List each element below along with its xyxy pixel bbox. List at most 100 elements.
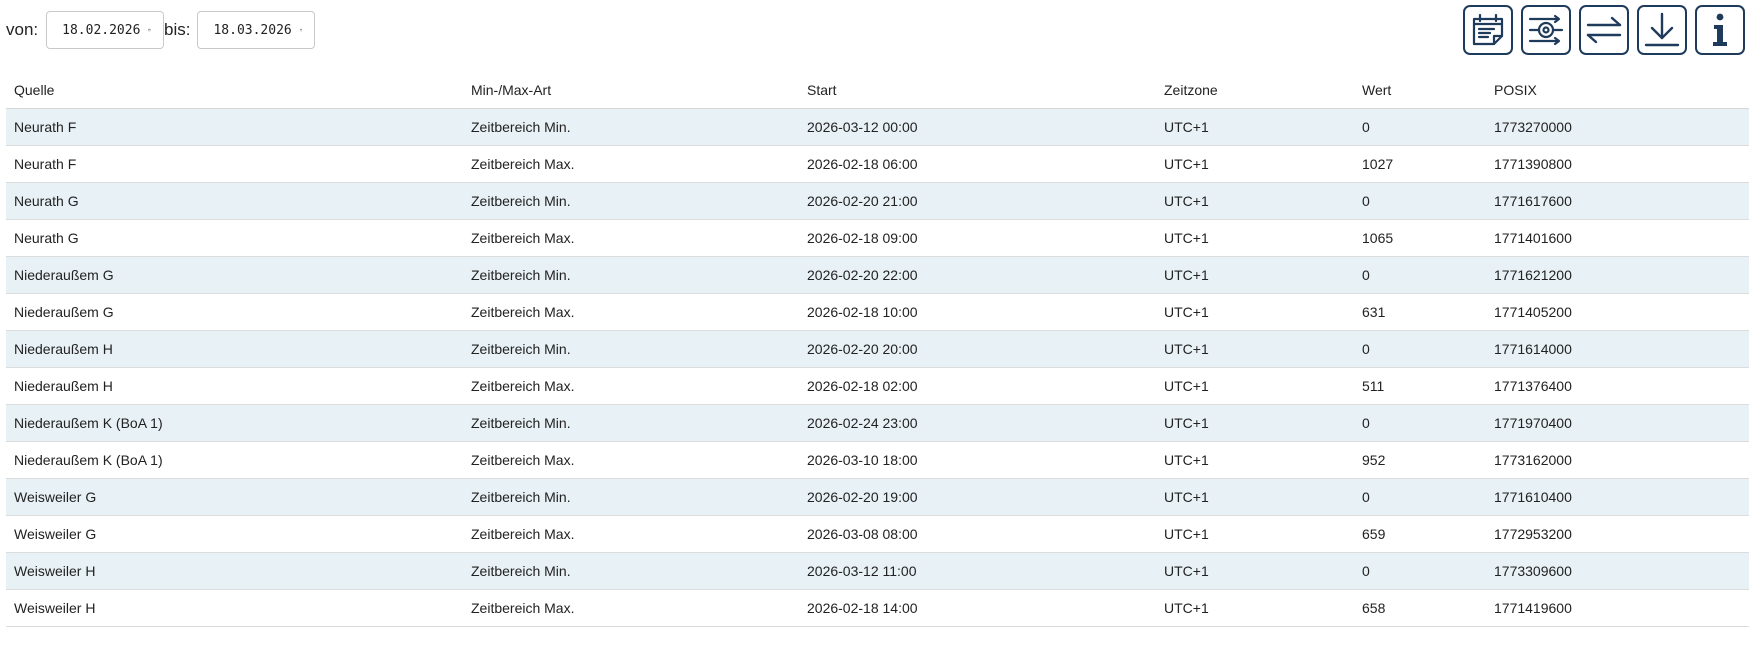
cell-zeitzone: UTC+1: [1156, 515, 1354, 553]
column-header-min-max-art[interactable]: Min-/Max-Art: [463, 72, 799, 109]
cell-wert: 658: [1354, 589, 1486, 627]
cell-min-max-art: Zeitbereich Max.: [463, 145, 799, 183]
table-row: Niederaußem K (BoA 1) Zeitbereich Max. 2…: [6, 441, 1749, 479]
cell-min-max-art: Zeitbereich Max.: [463, 515, 799, 553]
cell-wert: 0: [1354, 478, 1486, 516]
cell-start: 2026-03-10 18:00: [799, 441, 1156, 479]
swap-arrows-icon: [1586, 16, 1622, 44]
date-to-input[interactable]: 18.03.2026: [197, 11, 316, 49]
table-row: Niederaußem K (BoA 1) Zeitbereich Min. 2…: [6, 404, 1749, 442]
table-row: Niederaußem H Zeitbereich Max. 2026-02-1…: [6, 367, 1749, 405]
cell-min-max-art: Zeitbereich Max.: [463, 219, 799, 257]
cell-start: 2026-02-18 06:00: [799, 145, 1156, 183]
sliders-settings-icon: [1528, 14, 1564, 46]
info-icon: [1713, 13, 1727, 46]
cell-zeitzone: UTC+1: [1156, 552, 1354, 590]
cell-posix: 1771376400: [1486, 367, 1749, 405]
cell-wert: 1065: [1354, 219, 1486, 257]
cell-zeitzone: UTC+1: [1156, 145, 1354, 183]
table-row: Weisweiler G Zeitbereich Min. 2026-02-20…: [6, 478, 1749, 516]
cell-posix: 1773309600: [1486, 552, 1749, 590]
table-row: Niederaußem G Zeitbereich Min. 2026-02-2…: [6, 256, 1749, 294]
column-header-zeitzone[interactable]: Zeitzone: [1156, 72, 1354, 109]
cell-posix: 1773162000: [1486, 441, 1749, 479]
cell-zeitzone: UTC+1: [1156, 182, 1354, 220]
cell-zeitzone: UTC+1: [1156, 330, 1354, 368]
table-row: Weisweiler H Zeitbereich Max. 2026-02-18…: [6, 589, 1749, 627]
cell-start: 2026-03-12 00:00: [799, 108, 1156, 146]
cell-min-max-art: Zeitbereich Max.: [463, 589, 799, 627]
column-header-start[interactable]: Start: [799, 72, 1156, 109]
cell-quelle: Niederaußem G: [6, 293, 463, 331]
calendar-icon[interactable]: [148, 22, 151, 38]
table-body: Neurath F Zeitbereich Min. 2026-03-12 00…: [6, 108, 1749, 627]
date-from-label: von:: [6, 20, 39, 39]
cell-posix: 1771970400: [1486, 404, 1749, 442]
cell-min-max-art: Zeitbereich Min.: [463, 256, 799, 294]
cell-quelle: Weisweiler H: [6, 552, 463, 590]
column-header-quelle[interactable]: Quelle: [6, 72, 463, 109]
table-row: Weisweiler G Zeitbereich Max. 2026-03-08…: [6, 515, 1749, 553]
cell-posix: 1772953200: [1486, 515, 1749, 553]
cell-wert: 631: [1354, 293, 1486, 331]
download-icon: [1644, 12, 1680, 47]
date-to-label: bis:: [164, 20, 191, 39]
cell-wert: 0: [1354, 330, 1486, 368]
column-header-wert[interactable]: Wert: [1354, 72, 1486, 109]
cell-wert: 0: [1354, 404, 1486, 442]
table-row: Neurath G Zeitbereich Min. 2026-02-20 21…: [6, 182, 1749, 220]
cell-min-max-art: Zeitbereich Min.: [463, 108, 799, 146]
calendar-icon[interactable]: [299, 22, 303, 38]
cell-posix: 1771621200: [1486, 256, 1749, 294]
cell-quelle: Niederaußem G: [6, 256, 463, 294]
table-row: Niederaußem G Zeitbereich Max. 2026-02-1…: [6, 293, 1749, 331]
cell-start: 2026-02-20 22:00: [799, 256, 1156, 294]
table-row: Neurath F Zeitbereich Min. 2026-03-12 00…: [6, 108, 1749, 146]
cell-posix: 1771419600: [1486, 589, 1749, 627]
date-from-input[interactable]: 18.02.2026: [46, 11, 165, 49]
column-header-posix[interactable]: POSIX: [1486, 72, 1749, 109]
cell-min-max-art: Zeitbereich Min.: [463, 478, 799, 516]
cell-posix: 1771610400: [1486, 478, 1749, 516]
cell-posix: 1771390800: [1486, 145, 1749, 183]
cell-start: 2026-02-20 19:00: [799, 478, 1156, 516]
cell-start: 2026-02-18 02:00: [799, 367, 1156, 405]
date-to-value: 18.03.2026: [213, 22, 292, 38]
cell-zeitzone: UTC+1: [1156, 256, 1354, 294]
table-header: Quelle Min-/Max-Art Start Zeitzone Wert …: [6, 72, 1749, 109]
calendar-note-button[interactable]: [1463, 5, 1513, 55]
cell-start: 2026-02-20 21:00: [799, 182, 1156, 220]
cell-posix: 1771405200: [1486, 293, 1749, 331]
cell-start: 2026-02-20 20:00: [799, 330, 1156, 368]
cell-zeitzone: UTC+1: [1156, 293, 1354, 331]
table-row: Neurath G Zeitbereich Max. 2026-02-18 09…: [6, 219, 1749, 257]
info-button[interactable]: [1695, 5, 1745, 55]
cell-posix: 1771617600: [1486, 182, 1749, 220]
cell-zeitzone: UTC+1: [1156, 219, 1354, 257]
date-from-value: 18.02.2026: [62, 22, 141, 38]
cell-zeitzone: UTC+1: [1156, 367, 1354, 405]
toolbar: von: 18.02.2026 bis: 18.03.2026: [0, 0, 1752, 62]
cell-quelle: Neurath G: [6, 219, 463, 257]
swap-button[interactable]: [1579, 5, 1629, 55]
cell-min-max-art: Zeitbereich Max.: [463, 367, 799, 405]
cell-min-max-art: Zeitbereich Max.: [463, 441, 799, 479]
cell-wert: 511: [1354, 367, 1486, 405]
cell-quelle: Weisweiler G: [6, 515, 463, 553]
cell-zeitzone: UTC+1: [1156, 108, 1354, 146]
cell-zeitzone: UTC+1: [1156, 404, 1354, 442]
table-row: Neurath F Zeitbereich Max. 2026-02-18 06…: [6, 145, 1749, 183]
settings-sliders-button[interactable]: [1521, 5, 1571, 55]
date-from-group: von: 18.02.2026: [6, 10, 165, 50]
cell-start: 2026-02-24 23:00: [799, 404, 1156, 442]
download-button[interactable]: [1637, 5, 1687, 55]
cell-wert: 1027: [1354, 145, 1486, 183]
cell-start: 2026-02-18 09:00: [799, 219, 1156, 257]
cell-start: 2026-03-08 08:00: [799, 515, 1156, 553]
cell-quelle: Neurath F: [6, 108, 463, 146]
table-row: Niederaußem H Zeitbereich Min. 2026-02-2…: [6, 330, 1749, 368]
cell-wert: 0: [1354, 108, 1486, 146]
cell-wert: 659: [1354, 515, 1486, 553]
cell-zeitzone: UTC+1: [1156, 478, 1354, 516]
cell-start: 2026-03-12 11:00: [799, 552, 1156, 590]
